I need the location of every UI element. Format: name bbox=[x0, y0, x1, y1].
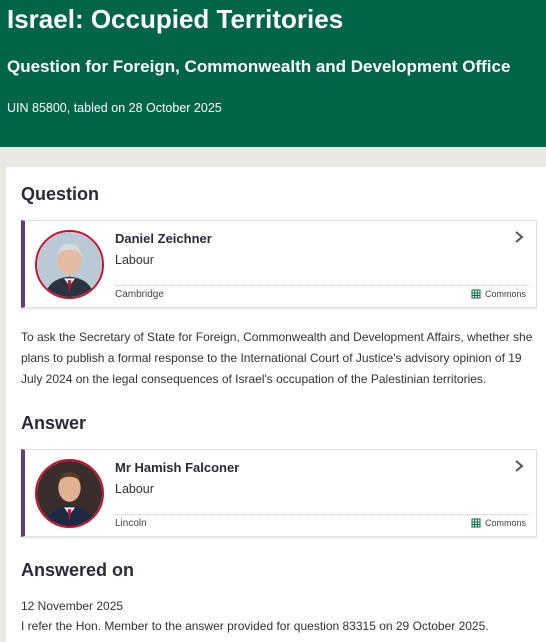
answered-date: 12 November 2025 bbox=[21, 599, 124, 613]
portcullis-icon bbox=[471, 518, 481, 528]
member-party: Labour bbox=[115, 482, 154, 496]
card-divider bbox=[115, 285, 530, 286]
chevron-right-icon bbox=[515, 231, 524, 243]
chevron-right-icon bbox=[515, 460, 524, 472]
house-name: Commons bbox=[484, 289, 526, 299]
uin-tabled-info: UIN 85800, tabled on 28 October 2025 bbox=[7, 101, 222, 115]
question-member-card[interactable]: Daniel Zeichner Labour Cambridge Commons bbox=[21, 220, 537, 308]
card-divider bbox=[115, 514, 530, 515]
house-label: Commons bbox=[471, 289, 526, 299]
question-heading: Question bbox=[21, 184, 100, 204]
question-text: To ask the Secretary of State for Foreig… bbox=[21, 330, 533, 386]
avatar bbox=[35, 230, 104, 299]
member-name: Mr Hamish Falconer bbox=[115, 460, 240, 475]
page-subtitle: Question for Foreign, Commonwealth and D… bbox=[7, 57, 511, 76]
answered-on-heading: Answered on bbox=[21, 560, 135, 580]
house-name: Commons bbox=[484, 518, 526, 528]
answer-member-card[interactable]: Mr Hamish Falconer Labour Lincoln Common… bbox=[21, 449, 537, 537]
avatar bbox=[35, 459, 104, 528]
member-constituency: Cambridge bbox=[115, 289, 164, 300]
content-panel: Question Daniel Zeichner Labour Cambridg… bbox=[6, 167, 546, 642]
answer-text: I refer the Hon. Member to the answer pr… bbox=[21, 619, 489, 633]
house-label: Commons bbox=[471, 518, 526, 528]
answer-heading: Answer bbox=[21, 413, 87, 433]
member-party: Labour bbox=[115, 253, 154, 267]
member-name: Daniel Zeichner bbox=[115, 231, 212, 246]
page-header: Israel: Occupied Territories Question fo… bbox=[0, 0, 546, 147]
member-constituency: Lincoln bbox=[115, 518, 147, 529]
page-title: Israel: Occupied Territories bbox=[7, 4, 344, 34]
member-portrait-image bbox=[37, 461, 102, 526]
portcullis-icon bbox=[471, 289, 481, 299]
member-portrait-image bbox=[37, 232, 102, 297]
